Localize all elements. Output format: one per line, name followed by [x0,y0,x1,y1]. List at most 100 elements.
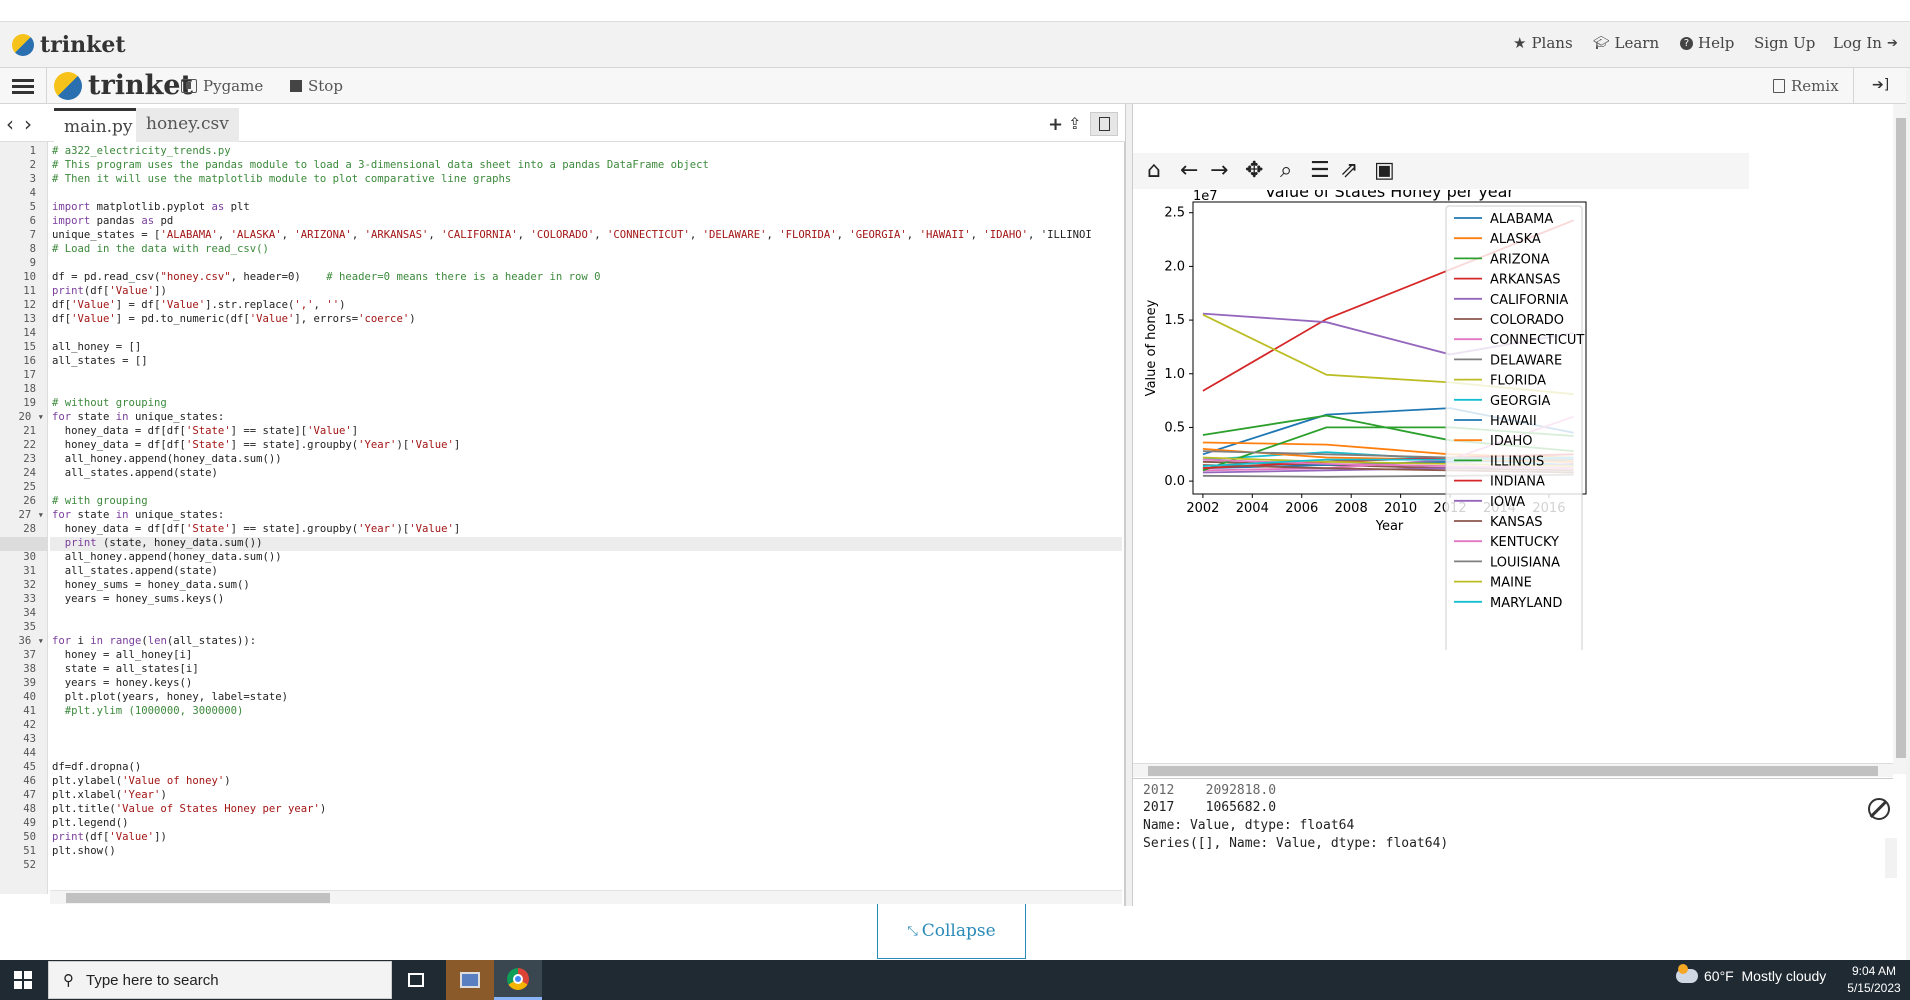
weather-text: 60°F Mostly cloudy [1704,968,1827,984]
taskbar-search-box[interactable]: ⚲ Type here to search [48,961,392,999]
browser-top-strip [0,0,1910,22]
pygame-button[interactable]: Pygame [181,77,263,95]
nav-signup-link[interactable]: Sign Up [1754,34,1815,52]
site-brand-label: trinket [40,32,126,58]
pan-icon[interactable]: ✥ [1245,158,1263,183]
taskbar-clock[interactable]: 9:04 AM 5/15/2023 [1842,963,1906,997]
legend-label: CONNECTICUT [1490,333,1584,348]
image-library-button[interactable] [1090,112,1118,136]
site-logo[interactable]: trinket [12,32,126,58]
weather-widget[interactable]: 60°F Mostly cloudy [1676,964,1827,984]
zoom-icon[interactable]: ⌕ [1280,158,1292,183]
configure-subplots-icon[interactable]: ☰ [1310,158,1330,183]
nav-plans-link[interactable]: ★ Plans [1513,34,1573,52]
code-line: years = honey_sums.keys() [52,593,225,605]
chart-title: Value of States Honey per year [1265,190,1514,201]
line-number: 30 [23,551,36,563]
code-line: all_states.append(state) [52,467,218,479]
windows-start-button[interactable] [0,960,46,1000]
output-horizontal-thumb[interactable] [1148,766,1878,776]
line-number: 21 [23,425,36,437]
code-line: honey_data = df[df['State'] == state]['V… [52,425,359,437]
fullscreen-sign-in-icon[interactable]: ➔] [1872,77,1889,93]
app-taskbar-icon[interactable] [446,960,494,1000]
nav-help-label: Help [1698,34,1735,52]
editor-scroll-thumb[interactable] [66,893,330,903]
line-number: 32 [23,579,36,591]
y-tick-label: 1.0 [1164,367,1185,382]
trinket-toolbar [0,68,1910,104]
chrome-icon[interactable] [494,960,542,1000]
code-line: import matplotlib.pyplot as plt [52,201,250,213]
line-number: 9 [29,257,36,269]
legend-label: KANSAS [1490,515,1543,530]
trinket-logo-icon [12,34,34,56]
save-figure-icon[interactable]: ▣ [1374,158,1395,183]
chevron-right-icon[interactable]: › [24,112,32,136]
x-tick-label: 2006 [1285,501,1318,516]
stop-button[interactable]: Stop [290,77,343,95]
line-number: 24 [23,467,36,479]
line-number: 33 [23,593,36,605]
legend-label: HAWAII [1490,414,1537,429]
code-line: df=df.dropna() [52,761,142,773]
console-scrollbar[interactable] [1885,838,1897,878]
compress-icon: ⤡ [907,923,918,939]
code-line: # without grouping [52,397,167,409]
home-icon[interactable]: ⌂ [1147,158,1161,183]
code-line: years = honey.keys() [52,677,193,689]
line-number: 37 [23,649,36,661]
line-number: 14 [23,327,36,339]
upload-icon[interactable]: ⇪ [1068,114,1081,133]
forward-arrow-icon[interactable]: → [1210,158,1228,183]
x-tick-label: 2004 [1236,501,1269,516]
line-number: 26 [23,495,36,507]
x-tick-label: 2010 [1384,501,1417,516]
nav-learn-link[interactable]: 🎓︎ Learn [1593,34,1659,52]
hamburger-menu-icon[interactable] [12,76,34,96]
legend-label: IDAHO [1490,434,1533,449]
clock-date: 5/15/2023 [1847,981,1901,995]
console-line: 2012 2092818.0 [1143,783,1277,798]
code-line: print(df['Value']) [52,285,167,297]
code-line: df = pd.read_csv("honey.csv", header=0) … [52,271,601,283]
code-line: plt.xlabel('Year') [52,789,167,801]
line-number: 1 [29,145,36,157]
page-scrollbar[interactable] [1906,68,1910,960]
back-arrow-icon[interactable]: ← [1180,158,1198,183]
legend-label: ILLINOIS [1490,454,1544,469]
code-text-area[interactable]: # a322_electricity_trends.py # This progr… [50,142,1122,894]
remix-button[interactable]: Remix [1773,77,1839,95]
code-line: honey_sums = honey_data.sum() [52,579,250,591]
console-line: 2017 1065682.0 [1143,800,1277,815]
add-file-icon[interactable]: + [1048,114,1063,135]
line-number: 23 [23,453,36,465]
collapse-button[interactable]: ⤡ Collapse [877,904,1026,959]
clear-console-icon[interactable] [1868,798,1890,820]
stop-icon [290,80,302,92]
nav-help-link[interactable]: ? Help [1680,34,1734,52]
legend-label: GEORGIA [1490,394,1550,409]
tab-honey-csv[interactable]: honey.csv [136,108,239,142]
remix-label: Remix [1791,77,1839,95]
image-icon [1099,117,1110,131]
tab-main-py[interactable]: main.py [54,108,143,142]
x-tick-label: 2002 [1186,501,1219,516]
y-offset-label: 1e7 [1193,190,1218,204]
legend-label: ARKANSAS [1490,273,1560,288]
console-output: 2012 2092818.0 2017 1065682.0 Name: Valu… [1133,778,1893,906]
y-axis-label: Value of honey [1144,299,1159,396]
legend-label: MAINE [1490,576,1532,591]
line-number: 8 [29,243,36,255]
panel-splitter[interactable] [1125,104,1133,906]
line-number: 5 [29,201,36,213]
code-line: state = all_states[i] [52,663,199,675]
code-line: print (state, honey_data.sum()) [64,537,263,549]
edit-axis-icon[interactable]: ⇗ [1340,158,1358,183]
nav-login-link[interactable]: Log In ➔ [1833,34,1898,52]
chevron-left-icon[interactable]: ‹ [6,112,14,136]
line-number: 3 [29,173,36,185]
legend-label: DELAWARE [1490,353,1562,368]
task-view-icon[interactable] [392,960,440,1000]
windows-logo-icon [14,971,32,989]
